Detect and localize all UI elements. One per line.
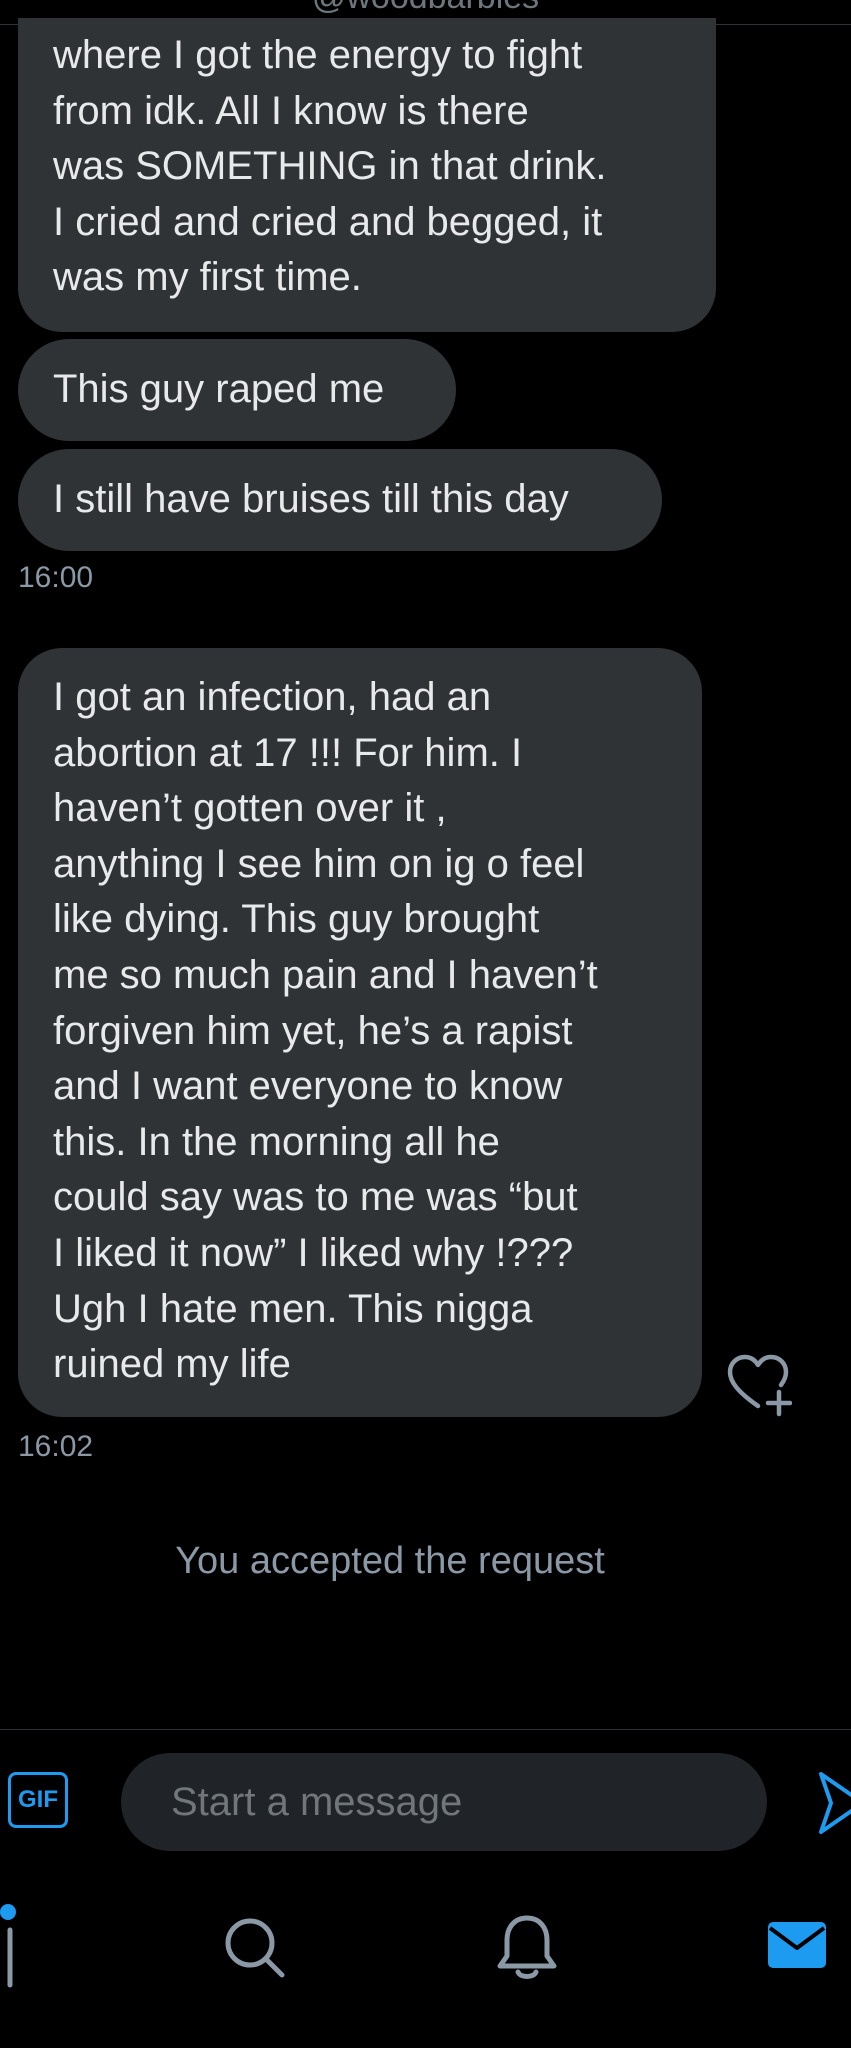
heart-plus-icon[interactable]: [724, 1350, 792, 1418]
notification-dot: [0, 1904, 16, 1920]
message-bubble[interactable]: This guy raped me: [18, 339, 456, 441]
message-timestamp: 16:00: [18, 561, 94, 594]
bell-icon[interactable]: [494, 1912, 560, 1984]
header-handle[interactable]: @woodbarbies: [0, 0, 851, 17]
message-bubble[interactable]: I got an infection, had an abortion at 1…: [18, 648, 702, 1417]
gif-button[interactable]: GIF: [8, 1772, 68, 1828]
message-timestamp: 16:02: [18, 1430, 94, 1463]
profile-icon[interactable]: [0, 1925, 20, 1995]
composer-divider: [0, 1729, 851, 1730]
request-accepted-notice: You accepted the request: [175, 1540, 605, 1582]
message-input[interactable]: [121, 1753, 767, 1851]
mail-icon[interactable]: [766, 1918, 828, 1972]
search-icon[interactable]: [222, 1915, 288, 1981]
message-bubble[interactable]: I still have bruises till this day: [18, 449, 662, 551]
send-icon[interactable]: [815, 1768, 851, 1838]
message-bubble[interactable]: where I got the energy to fight from idk…: [18, 18, 716, 332]
